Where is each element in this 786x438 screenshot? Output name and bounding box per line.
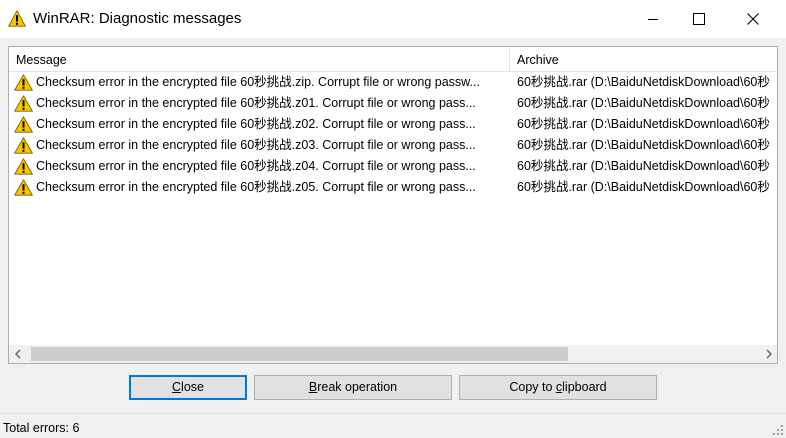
row-message: Checksum error in the encrypted file 60秒…	[36, 159, 476, 173]
list-header: Message Archive	[9, 47, 777, 72]
row-message: Checksum error in the encrypted file 60秒…	[36, 96, 476, 110]
row-archive: 60秒挑战.rar (D:\BaiduNetdiskDownload\60秒	[517, 138, 770, 152]
break-button-mnemonic: B	[308, 380, 318, 394]
minimize-button[interactable]	[630, 0, 676, 38]
list-item[interactable]: Checksum error in the encrypted file 60秒…	[9, 156, 777, 177]
status-bar: Total errors: 6	[0, 413, 786, 438]
copy-button-label: lipboard	[562, 380, 607, 394]
total-errors-text: Total errors: 6	[3, 421, 80, 435]
scroll-left-button[interactable]	[9, 345, 26, 363]
minimize-icon	[648, 19, 658, 20]
resize-grip-icon[interactable]	[772, 424, 784, 436]
scroll-right-button[interactable]	[760, 345, 777, 363]
warning-icon	[14, 74, 33, 91]
row-archive: 60秒挑战.rar (D:\BaiduNetdiskDownload\60秒	[517, 96, 770, 110]
row-archive: 60秒挑战.rar (D:\BaiduNetdiskDownload\60秒	[517, 159, 770, 173]
warning-icon	[14, 137, 33, 154]
list-item[interactable]: Checksum error in the encrypted file 60秒…	[9, 93, 777, 114]
row-message: Checksum error in the encrypted file 60秒…	[36, 75, 480, 89]
chevron-right-icon	[766, 349, 772, 359]
copy-to-clipboard-button[interactable]: Copy to clipboard	[459, 375, 657, 400]
close-button[interactable]: Close	[129, 375, 247, 400]
warning-icon	[14, 179, 33, 196]
break-button-label: reak operation	[317, 380, 398, 394]
copy-button-label-pre: Copy to	[509, 380, 556, 394]
list-item[interactable]: Checksum error in the encrypted file 60秒…	[9, 72, 777, 93]
horizontal-scrollbar[interactable]	[9, 345, 777, 363]
row-message: Checksum error in the encrypted file 60秒…	[36, 117, 476, 131]
column-header-archive[interactable]: Archive	[510, 47, 777, 71]
title-bar[interactable]: WinRAR: Diagnostic messages	[0, 0, 786, 38]
messages-list[interactable]: Message Archive Checksum error in the en…	[8, 46, 778, 364]
warning-icon	[14, 158, 33, 175]
row-archive: 60秒挑战.rar (D:\BaiduNetdiskDownload\60秒	[517, 117, 770, 131]
close-window-button[interactable]	[730, 0, 776, 38]
scrollbar-thumb[interactable]	[31, 347, 568, 361]
chevron-left-icon	[14, 349, 20, 359]
row-archive: 60秒挑战.rar (D:\BaiduNetdiskDownload\60秒	[517, 75, 770, 89]
break-operation-button[interactable]: Break operation	[254, 375, 452, 400]
row-message: Checksum error in the encrypted file 60秒…	[36, 138, 476, 152]
list-item[interactable]: Checksum error in the encrypted file 60秒…	[9, 114, 777, 135]
close-button-mnemonic: C	[172, 380, 182, 394]
column-header-message[interactable]: Message	[9, 47, 510, 71]
row-archive: 60秒挑战.rar (D:\BaiduNetdiskDownload\60秒	[517, 180, 770, 194]
warning-icon	[14, 116, 33, 133]
maximize-button[interactable]	[676, 0, 722, 38]
row-message: Checksum error in the encrypted file 60秒…	[36, 180, 476, 194]
window-title: WinRAR: Diagnostic messages	[33, 10, 242, 27]
warning-triangle-icon	[8, 10, 26, 27]
list-item[interactable]: Checksum error in the encrypted file 60秒…	[9, 177, 777, 198]
warning-icon	[14, 95, 33, 112]
close-button-label: lose	[181, 380, 204, 394]
close-icon	[747, 13, 759, 25]
list-item[interactable]: Checksum error in the encrypted file 60秒…	[9, 135, 777, 156]
maximize-icon	[693, 13, 705, 25]
